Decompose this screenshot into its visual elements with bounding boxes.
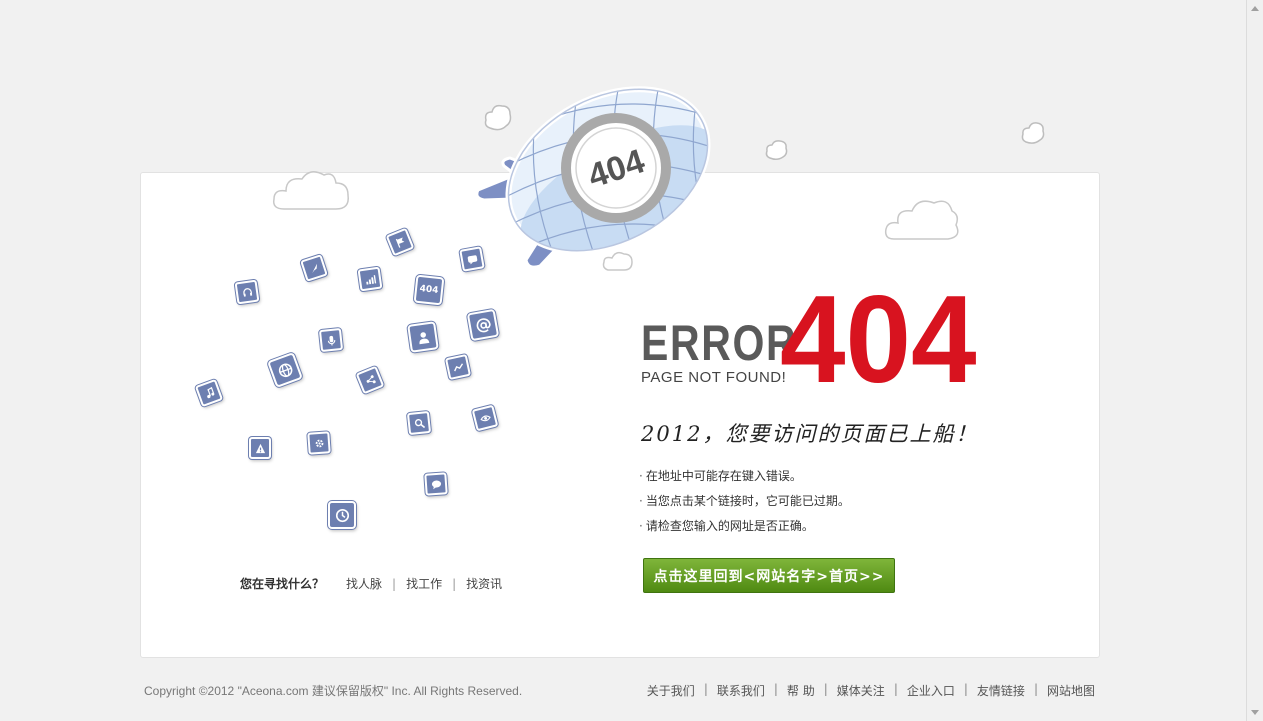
search-icon [406, 410, 432, 436]
tip-item: · 在地址中可能存在键入错误。 [639, 469, 802, 483]
contact-card-icon [407, 321, 439, 353]
at-sign-icon [466, 308, 500, 342]
footer-link-contact[interactable]: 联系我们 [717, 682, 765, 699]
error-code-tile: 404 [413, 274, 445, 306]
footer-link-help[interactable]: 帮 助 [787, 682, 815, 699]
search-question: 您在寻找什么？ [240, 577, 325, 591]
cloud-icon [765, 140, 788, 161]
signal-icon [357, 266, 383, 292]
footer-link-sitemap[interactable]: 网站地图 [1047, 682, 1095, 699]
footer-link-about[interactable]: 关于我们 [647, 682, 695, 699]
error-code: 404 [780, 271, 977, 409]
speech-bubble-icon [424, 472, 448, 496]
scroll-up-arrow-icon[interactable] [1251, 6, 1259, 11]
error-word: ERROR [641, 315, 798, 371]
copyright-text: Copyright ©2012 "Aceona.com 建议保留版权" Inc.… [144, 684, 523, 698]
cloud-icon [884, 200, 959, 240]
page-not-found-label: PAGE NOT FOUND! [641, 369, 787, 386]
footer-link-enterprise[interactable]: 企业入口 [907, 682, 955, 699]
airship-illustration: 404 [475, 80, 721, 271]
footer-link-media[interactable]: 媒体关注 [837, 682, 885, 699]
mic-icon [318, 327, 344, 353]
footer-link-friends[interactable]: 友情链接 [977, 682, 1025, 699]
footer-nav: 关于我们 | 联系我们 | 帮 助 | 媒体关注 | 企业入口 | 友情链接 |… [646, 682, 1095, 699]
back-to-home-button[interactable]: 点击这里回到<网站名字>首页>> [643, 558, 895, 593]
warning-icon [249, 437, 271, 459]
find-jobs-link[interactable]: 找工作 [406, 575, 442, 592]
error-headline: 2012，您要访问的页面已上船！ [641, 422, 979, 446]
error-tips-list: · 在地址中可能存在键入错误。 · 当您点击某个链接时，它可能已过期。 · 请检查您输… [639, 466, 850, 541]
chat-icon [459, 246, 485, 272]
find-contacts-link[interactable]: 找人脉 [346, 575, 382, 592]
search-links-bar: 您在寻找什么？ 找人脉 | 找工作 | 找资讯 [240, 575, 503, 592]
vertical-scrollbar[interactable] [1246, 0, 1263, 721]
find-news-link[interactable]: 找资讯 [466, 575, 502, 592]
scroll-down-arrow-icon[interactable] [1251, 710, 1259, 715]
settings-icon [307, 431, 331, 455]
headphones-icon [234, 279, 260, 305]
trend-icon [444, 353, 472, 381]
tip-item: · 请检查您输入的网址是否正确。 [639, 519, 814, 533]
cloud-icon [1021, 122, 1045, 144]
cloud-icon [272, 171, 349, 210]
tip-item: · 当您点击某个链接时，它可能已过期。 [639, 494, 850, 508]
clock-icon [328, 501, 356, 529]
